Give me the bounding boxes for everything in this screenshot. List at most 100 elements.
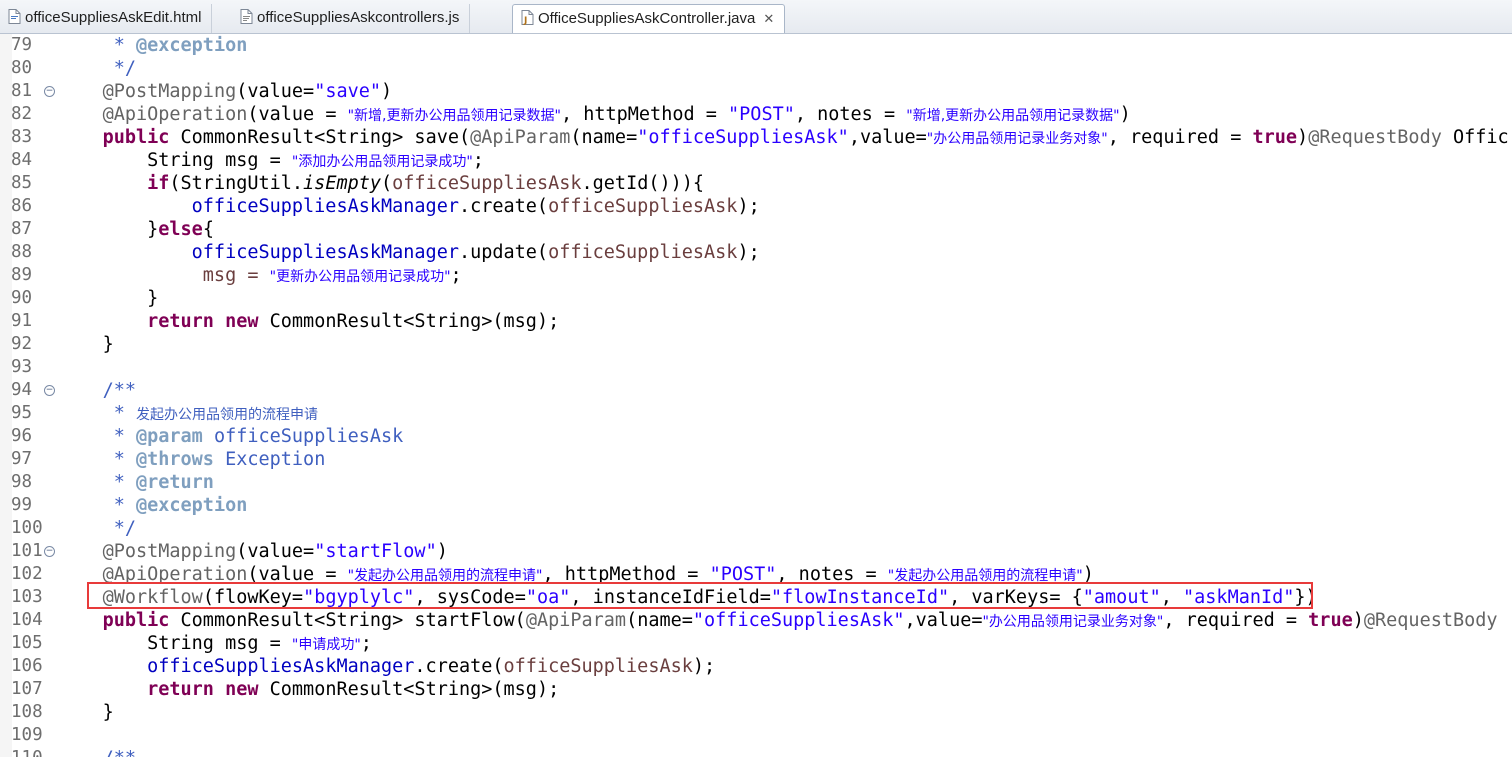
line-number: 80 [11,58,33,78]
code-text: */ [58,57,136,80]
comment-text: * [102,35,136,56]
line-number: 79 [11,35,33,55]
code-text: return new CommonResult<String>(msg); [58,310,559,333]
tab-office-supplies-ask-edit-html[interactable]: officeSuppliesAskEdit.html [0,4,213,33]
comment-text: /** [103,748,136,757]
code-line: 98 * @return [0,471,1512,494]
string-literal: "办公用品领用记录业务对象" [926,131,1108,147]
code-text: public CommonResult<String> startFlow(@A… [58,609,1498,634]
js-file-icon [240,6,253,24]
javadoc-tag: @param [135,426,203,447]
tab-office-supplies-ask-controllers-js[interactable]: officeSuppliesAskcontrollers.js [232,4,471,33]
code-text: * 发起办公用品领用的流程申请 [58,402,318,427]
code-token: ; [360,633,372,654]
code-text: } [58,333,114,356]
fold-collapse-icon[interactable]: − [44,546,55,557]
code-token: .create( [414,656,504,677]
svg-text:J: J [523,16,527,25]
code-token: ; [450,265,462,286]
line-number: 88 [11,242,33,262]
line-number: 105 [11,633,43,653]
code-line: 86 officeSuppliesAskManager.create(offic… [0,195,1512,218]
line-number: 92 [11,334,33,354]
code-token: ) [1119,104,1131,125]
red-highlight-box [87,582,1313,609]
code-token: (name= [626,610,693,631]
code-line: 88 officeSuppliesAskManager.update(offic… [0,241,1512,264]
comment-text: * [102,495,136,516]
code-line: 89 msg = "更新办公用品领用记录成功"; [0,264,1512,287]
code-token: ); [692,656,716,677]
code-token: } [147,288,159,309]
code-line: 79 * @exception [0,34,1512,57]
line-number: 86 [11,196,33,216]
code-token: .update( [458,242,549,263]
code-token: (value= [236,541,315,562]
string-literal: "POST" [728,104,795,125]
comment-text: */ [102,58,136,79]
code-token: , httpMethod = [560,104,729,125]
code-token: String msg = [147,633,292,654]
static-method: isEmpty [303,173,382,194]
code-text: officeSuppliesAskManager.create(officeSu… [58,195,760,218]
comment-text: /** [102,380,136,401]
code-line: 104 public CommonResult<String> startFlo… [0,609,1512,632]
code-token: (name= [570,127,638,148]
string-literal: "更新办公用品领用记录成功" [269,269,451,285]
close-tab-icon[interactable]: ✕ [763,11,774,26]
code-line: 97 * @throws Exception [0,448,1512,471]
line-number: 98 [11,472,33,492]
line-number: 90 [11,288,33,308]
comment-text: */ [102,518,136,539]
editor-tab-bar: officeSuppliesAskEdit.html officeSupplie… [0,0,1512,34]
code-line: 94− /** [0,379,1512,402]
java-file-icon: J [521,7,534,26]
code-token: Offic [1441,127,1509,148]
line-number: 83 [11,127,33,147]
code-text: officeSuppliesAskManager.update(officeSu… [58,241,760,264]
string-literal: "officeSuppliesAsk" [637,127,849,148]
line-number: 109 [11,725,43,745]
code-token: ,value= [904,610,983,631]
line-number: 110 [11,747,47,757]
line-number: 107 [11,679,43,699]
line-number: 94 [11,380,33,400]
comment-text: 发起办公用品领用的流程申请 [135,407,318,423]
keyword: return [147,679,214,700]
code-token: ); [737,196,760,217]
code-line: 106 officeSuppliesAskManager.create(offi… [0,655,1512,678]
comment-text: * [102,426,136,447]
code-token: } [147,219,159,240]
code-text: * @throws Exception [58,448,326,471]
comment-text: Exception [213,449,326,470]
code-token: officeSuppliesAsk [503,656,693,677]
keyword: new [225,311,259,332]
code-line: 83 public CommonResult<String> save(@Api… [0,126,1512,149]
code-text: /** [58,747,136,757]
code-token: , notes = [794,104,907,125]
string-literal: "办公用品领用记录业务对象" [982,614,1164,630]
code-token: ); [737,242,760,263]
string-literal: "startFlow" [314,541,437,562]
code-token: CommonResult<String> save( [169,127,471,148]
code-token: officeSuppliesAsk [392,173,582,194]
code-line: 100 */ [0,517,1512,540]
code-editor[interactable]: 79 * @exception 80 */ 81− @PostMapping(v… [0,34,1512,757]
code-token: String msg = [147,150,292,171]
javadoc-tag: @exception [135,495,248,516]
code-text: } [58,287,158,310]
tab-office-supplies-ask-controller-java[interactable]: J OfficeSuppliesAskController.java ✕ [512,4,786,33]
string-literal: "添加办公用品领用记录成功" [291,154,473,170]
fold-collapse-icon[interactable]: − [44,385,55,396]
line-number: 100 [11,518,43,538]
keyword: true [1252,127,1298,148]
fold-collapse-icon[interactable]: − [44,86,55,97]
code-line: 99 * @exception [0,494,1512,517]
code-text: officeSuppliesAskManager.create(officeSu… [58,655,715,678]
line-number: 96 [11,426,33,446]
keyword: return [147,311,214,332]
code-text: * @exception [58,34,248,57]
code-text: public CommonResult<String> save(@ApiPar… [58,126,1509,151]
keyword: public [102,610,170,631]
code-line: 93 [0,356,1512,379]
